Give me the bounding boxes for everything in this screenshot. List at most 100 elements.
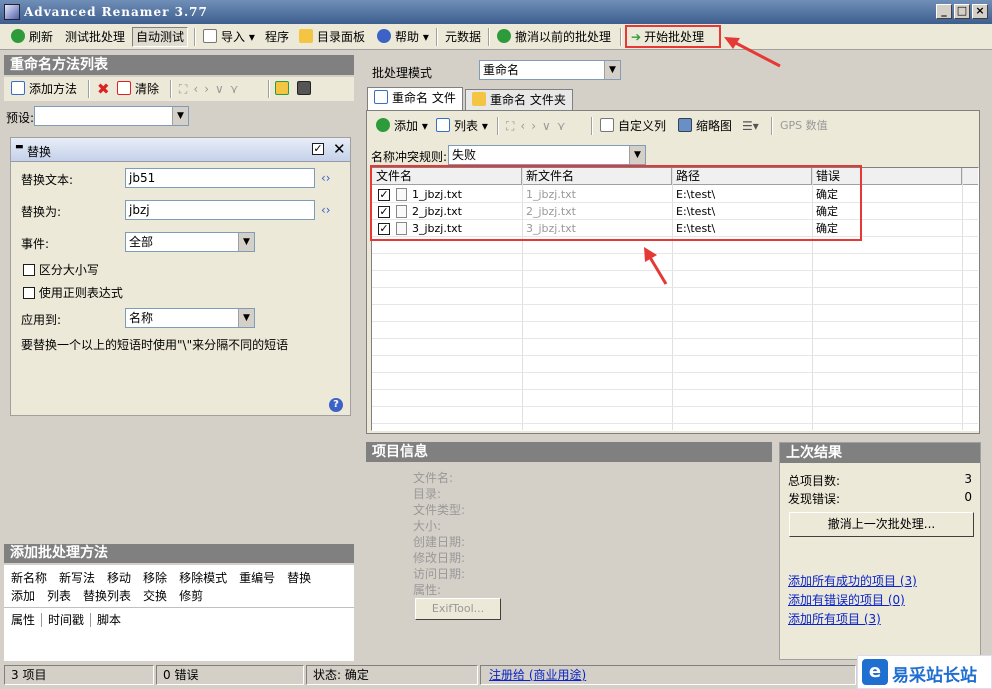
method-move[interactable]: 移动 bbox=[107, 571, 131, 585]
undo-last-batch-button[interactable]: 撤消上一次批处理... bbox=[789, 512, 974, 537]
method-new-name[interactable]: 新名称 bbox=[11, 571, 47, 585]
details-view-icon: ☰▾ bbox=[742, 119, 759, 133]
metadata-button[interactable]: 元数据 bbox=[442, 27, 484, 47]
method-list[interactable]: 列表 bbox=[47, 589, 71, 603]
replace-with-input[interactable]: jbzj bbox=[125, 200, 315, 220]
item-info-header: 项目信息 bbox=[366, 442, 772, 462]
list-menu[interactable]: 列表 ▾ bbox=[433, 116, 491, 136]
method-list-header: 重命名方法列表 bbox=[4, 55, 354, 75]
replace-text-input[interactable]: jb51 bbox=[125, 168, 315, 188]
delete-method-button[interactable]: ✖ bbox=[94, 79, 113, 99]
toolbar-separator bbox=[436, 28, 438, 46]
maximize-button[interactable]: □ bbox=[954, 4, 970, 19]
undo-batch-button[interactable]: 撤消以前的批处理 bbox=[494, 27, 614, 47]
occurrence-select[interactable]: 全部 ▼ bbox=[125, 232, 255, 252]
method-remove-pattern[interactable]: 移除模式 bbox=[179, 571, 227, 585]
tab-script[interactable]: 脚本 bbox=[91, 613, 121, 627]
add-successful-items-link[interactable]: 添加所有成功的项目 (3) bbox=[788, 572, 917, 589]
save-preset-button[interactable] bbox=[294, 79, 318, 99]
dir-panel-button[interactable]: 目录面板 bbox=[296, 27, 368, 47]
occurrence-label: 事件: bbox=[21, 237, 50, 251]
status-items-count: 3 项目 bbox=[4, 665, 154, 685]
list-icon bbox=[436, 118, 450, 132]
method-link-row-2: 添加 列表 替换列表 交换 修剪 bbox=[11, 587, 203, 604]
close-method-icon[interactable]: ✕ bbox=[333, 140, 346, 158]
window-title: Advanced Renamer 3.77 bbox=[24, 5, 208, 19]
register-link[interactable]: 注册给 (商业用途) bbox=[489, 668, 586, 682]
add-error-items-link[interactable]: 添加有错误的项目 (0) bbox=[788, 591, 905, 608]
method-enabled-checkbox[interactable]: ✓ bbox=[312, 143, 324, 155]
dir-panel-label: 目录面板 bbox=[317, 30, 366, 44]
preset-label: 预设: bbox=[6, 111, 35, 125]
grid-line bbox=[372, 406, 978, 407]
method-replace-list[interactable]: 替换列表 bbox=[83, 589, 131, 603]
thumbnails-button[interactable]: 缩略图 bbox=[675, 116, 735, 136]
chevron-down-icon: ▼ bbox=[629, 146, 645, 164]
tag-picker-icon[interactable]: ‹› bbox=[321, 171, 331, 185]
toolbar-separator bbox=[771, 117, 773, 135]
chevron-down-icon: ▼ bbox=[238, 233, 254, 251]
chevron-down-icon: ▼ bbox=[172, 107, 188, 125]
case-sensitive-checkbox[interactable] bbox=[23, 264, 35, 276]
gps-values-button[interactable]: GPS 数值 bbox=[777, 116, 831, 136]
move-arrows-icon[interactable]: ⛶‹›∨⋎ bbox=[503, 116, 575, 136]
preset-select[interactable]: ▼ bbox=[34, 106, 189, 126]
tab-timestamp[interactable]: 时间戳 bbox=[42, 613, 92, 627]
clear-button[interactable]: 清除 bbox=[114, 79, 162, 99]
use-regex-checkbox[interactable] bbox=[23, 287, 35, 299]
delete-icon: ✖ bbox=[97, 80, 110, 98]
load-preset-button[interactable] bbox=[272, 79, 296, 99]
open-icon bbox=[275, 81, 289, 95]
close-button[interactable]: × bbox=[972, 4, 988, 19]
apply-to-select[interactable]: 名称 ▼ bbox=[125, 308, 255, 328]
import-menu[interactable]: 导入 ▾ bbox=[200, 27, 258, 47]
refresh-button[interactable]: 刷新 bbox=[8, 27, 56, 47]
status-errors-count: 0 错误 bbox=[156, 665, 304, 685]
method-add[interactable]: 添加 bbox=[11, 589, 35, 603]
method-remove[interactable]: 移除 bbox=[143, 571, 167, 585]
use-regex-option[interactable]: 使用正则表达式 bbox=[23, 284, 123, 301]
replace-text-label: 替换文本: bbox=[21, 173, 74, 187]
program-menu[interactable]: 程序 bbox=[262, 27, 292, 47]
test-batch-button[interactable]: 测试批处理 bbox=[62, 27, 128, 47]
tab-rename-folders[interactable]: 重命名 文件夹 bbox=[465, 89, 573, 111]
tab-attributes[interactable]: 属性 bbox=[11, 613, 43, 627]
grid-line bbox=[372, 389, 978, 390]
refresh-label: 刷新 bbox=[29, 30, 54, 44]
batch-mode-select[interactable]: 重命名 ▼ bbox=[479, 60, 621, 80]
item-info-field-label: 文件名: bbox=[413, 471, 454, 485]
case-sensitive-option[interactable]: 区分大小写 bbox=[23, 261, 99, 278]
collapse-icon[interactable]: ▬ bbox=[15, 142, 24, 152]
toolbar-separator bbox=[620, 28, 622, 46]
add-all-items-link[interactable]: 添加所有项目 (3) bbox=[788, 610, 881, 627]
method-trim[interactable]: 修剪 bbox=[179, 589, 203, 603]
minimize-button[interactable]: _ bbox=[936, 4, 952, 19]
exiftool-button[interactable]: ExifTool... bbox=[415, 598, 501, 620]
app-icon bbox=[4, 4, 20, 20]
watermark-text: 易采站长站 bbox=[892, 666, 977, 686]
toolbar-separator bbox=[170, 80, 172, 98]
columns-icon bbox=[600, 118, 614, 132]
add-method-icon bbox=[11, 81, 25, 95]
method-new-case[interactable]: 新写法 bbox=[59, 571, 95, 585]
view-menu[interactable]: ☰▾ bbox=[739, 116, 762, 136]
auto-test-toggle[interactable]: 自动测试 bbox=[132, 27, 189, 47]
method-replace[interactable]: 替换 bbox=[287, 571, 311, 585]
help-icon[interactable]: ? bbox=[329, 398, 343, 412]
custom-columns-button[interactable]: 自定义列 bbox=[597, 116, 669, 136]
tag-picker-icon[interactable]: ‹› bbox=[321, 203, 331, 217]
batch-mode-value: 重命名 bbox=[483, 63, 520, 77]
tab-rename-files[interactable]: 重命名 文件 bbox=[367, 87, 463, 110]
grid-line bbox=[372, 253, 978, 254]
add-files-menu[interactable]: 添加 ▾ bbox=[373, 116, 431, 136]
add-method-button[interactable]: 添加方法 bbox=[8, 79, 80, 99]
method-renumber[interactable]: 重编号 bbox=[239, 571, 275, 585]
method-swap[interactable]: 交换 bbox=[143, 589, 167, 603]
add-method-label: 添加方法 bbox=[29, 82, 78, 96]
conflict-rule-select[interactable]: 失败 ▼ bbox=[448, 145, 646, 165]
help-menu[interactable]: 帮助 ▾ bbox=[374, 27, 432, 47]
use-regex-label: 使用正则表达式 bbox=[38, 286, 123, 300]
undo-batch-label: 撤消以前的批处理 bbox=[515, 30, 612, 44]
move-arrows-icon[interactable]: ⛶‹›∨⋎ bbox=[176, 79, 248, 99]
thumbnails-label: 缩略图 bbox=[696, 119, 733, 133]
